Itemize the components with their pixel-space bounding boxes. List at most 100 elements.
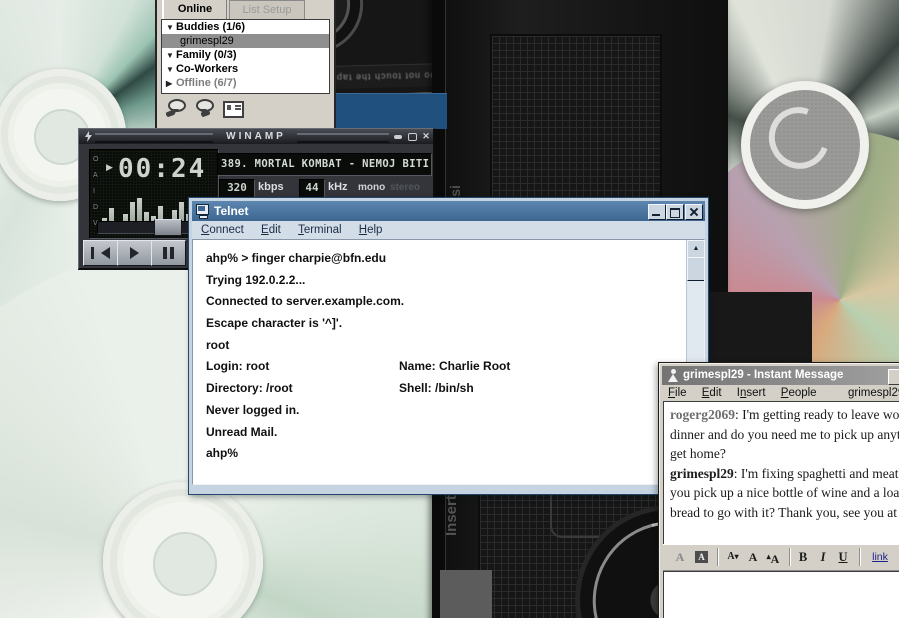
profile-card-icon xyxy=(223,101,244,118)
im-buddy-label: grimespl29 xyxy=(848,385,899,401)
chat-message-line: bread to go with it? Thank you, see you … xyxy=(670,503,899,523)
play-button[interactable] xyxy=(117,240,152,266)
aim-person-icon xyxy=(666,369,680,382)
chat-text: : I'm getting ready to leave wo xyxy=(735,407,899,422)
previous-track-button[interactable] xyxy=(83,240,118,266)
menu-edit[interactable]: Edit xyxy=(702,387,722,399)
toolbar-separator xyxy=(717,548,719,566)
underline-button[interactable]: U xyxy=(835,547,851,567)
terminal-line: Connected to server.example.com. xyxy=(193,291,686,313)
clutterbar-d[interactable]: D xyxy=(93,204,98,211)
track-title-marquee[interactable]: 389. MORTAL KOMBAT - NEMOJ BITI xyxy=(217,153,432,176)
telnet-minimize-button[interactable] xyxy=(648,204,666,220)
telnet-terminal-output: ahp% > finger charpie@bfn.edu Trying 192… xyxy=(192,239,705,485)
terminal-line: ahp% xyxy=(193,443,686,465)
bold-button[interactable]: B xyxy=(795,547,811,567)
tree-expander-icon[interactable]: ▼ xyxy=(166,21,176,35)
winamp-minimize-button[interactable] xyxy=(393,132,403,141)
bitrate-value: 320 xyxy=(219,179,255,198)
clutterbar-a[interactable]: A xyxy=(93,172,98,179)
winamp-titlebar[interactable]: WINAMP ✕ xyxy=(79,129,433,144)
im-title: grimespl29 - Instant Message xyxy=(683,369,843,381)
buddy-item-selected[interactable]: grimespl29 xyxy=(162,34,329,48)
terminal-line: Trying 192.0.2.2... xyxy=(193,270,686,292)
menu-people[interactable]: People xyxy=(781,387,817,399)
telnet-title: Telnet xyxy=(214,204,248,218)
volume-slider-thumb[interactable] xyxy=(154,219,182,236)
send-im-button[interactable] xyxy=(165,96,189,120)
chat-text: you pick up a nice bottle of wine and a … xyxy=(670,485,899,500)
im-menubar: File Edit Insert People grimespl29 xyxy=(662,385,899,401)
telnet-icon xyxy=(196,204,210,217)
menu-help[interactable]: Help xyxy=(359,224,383,236)
terminal-line: Login: rootName: Charlie Root xyxy=(193,356,686,378)
chat-text: bread to go with it? Thank you, see you … xyxy=(670,505,897,520)
buddy-group-buddies[interactable]: ▼Buddies (1/6) xyxy=(162,20,329,34)
menu-connect[interactable]: Connect xyxy=(201,224,244,236)
increase-font-button[interactable]: ▴A xyxy=(763,547,783,567)
buddy-group-label: Family (0/3) xyxy=(176,49,237,61)
chat-message-line: grimespl29: I'm fixing spaghetti and mea… xyxy=(670,464,899,484)
scroll-up-button[interactable]: ▲ xyxy=(687,240,705,258)
telnet-close-button[interactable] xyxy=(685,204,703,220)
menu-edit[interactable]: Edit xyxy=(261,224,281,236)
decrease-font-button[interactable]: A▾ xyxy=(723,547,743,567)
italic-button[interactable]: I xyxy=(815,547,831,567)
buddy-group-label: Offline (6/7) xyxy=(176,77,237,89)
winamp-title: WINAMP xyxy=(79,131,433,142)
tab-online[interactable]: Online xyxy=(162,0,227,20)
vhs-label-corner xyxy=(440,570,492,618)
tape-spool-top-right xyxy=(741,81,869,209)
clutterbar-o[interactable]: O xyxy=(93,156,98,163)
chat-text: dinner and do you need me to pick up any… xyxy=(670,427,899,442)
buddy-group-label: Co-Workers xyxy=(176,63,238,75)
instant-message-window: grimespl29 - Instant Message File Edit I… xyxy=(658,362,899,618)
im-titlebar[interactable]: grimespl29 - Instant Message xyxy=(662,366,899,385)
buddy-tree: ▼Buddies (1/6) grimespl29 ▼Family (0/3) … xyxy=(161,19,330,94)
tab-list-setup[interactable]: List Setup xyxy=(229,0,305,19)
terminal-line: Never logged in. xyxy=(193,400,686,422)
im-minimize-button[interactable] xyxy=(888,369,899,385)
tree-expander-icon[interactable]: ▶ xyxy=(166,77,176,91)
buddy-group-family[interactable]: ▼Family (0/3) xyxy=(162,48,329,62)
cd-bottom-left-hole xyxy=(153,532,217,596)
chat-history: rogerg2069: I'm getting ready to leave w… xyxy=(663,401,899,546)
chat-button[interactable] xyxy=(193,96,217,120)
terminal-line: ahp% > finger charpie@bfn.edu xyxy=(193,248,686,270)
scrollbar-thumb[interactable] xyxy=(687,257,705,281)
font-color-button[interactable]: A xyxy=(671,547,689,567)
terminal-line: root xyxy=(193,335,686,357)
pause-button[interactable] xyxy=(151,240,186,266)
tree-expander-icon[interactable]: ▼ xyxy=(166,63,176,77)
toolbar-separator xyxy=(859,548,861,566)
insert-link-button[interactable]: link xyxy=(867,547,893,567)
tree-expander-icon[interactable]: ▼ xyxy=(166,49,176,63)
telnet-maximize-button[interactable] xyxy=(666,204,684,220)
menu-file[interactable]: File xyxy=(668,387,687,399)
buddy-group-coworkers[interactable]: ▼Co-Workers xyxy=(162,62,329,76)
menu-insert[interactable]: Insert xyxy=(737,387,766,399)
terminal-line: Escape character is '^]'. xyxy=(193,313,686,335)
background-color-button[interactable]: A xyxy=(693,547,711,567)
terminal-line: Directory: /rootShell: /bin/sh xyxy=(193,378,686,400)
hidden-window-fragment xyxy=(331,93,447,129)
play-status-icon: ▶ xyxy=(106,162,113,173)
get-info-button[interactable] xyxy=(221,96,245,120)
telnet-titlebar[interactable]: Telnet xyxy=(192,201,705,221)
chat-text: get home? xyxy=(670,446,726,461)
message-input[interactable] xyxy=(663,571,899,618)
normal-font-button[interactable]: A xyxy=(745,547,761,567)
clutterbar-i[interactable]: I xyxy=(93,188,95,195)
chat-message-line: rogerg2069: I'm getting ready to leave w… xyxy=(670,405,899,425)
samplerate-value: 44 xyxy=(299,179,325,198)
terminal-line: Unread Mail. xyxy=(193,422,686,444)
winamp-close-button[interactable]: ✕ xyxy=(421,132,431,141)
buddy-group-offline[interactable]: ▶Offline (6/7) xyxy=(162,76,329,90)
chat-message-line: dinner and do you need me to pick up any… xyxy=(670,425,899,445)
toolbar-separator xyxy=(789,548,791,566)
buddy-toolbar xyxy=(159,94,332,124)
menu-terminal[interactable]: Terminal xyxy=(298,224,341,236)
winamp-shade-button[interactable] xyxy=(407,132,417,141)
mono-indicator: mono xyxy=(358,182,385,193)
stereo-indicator: stereo xyxy=(390,182,420,193)
